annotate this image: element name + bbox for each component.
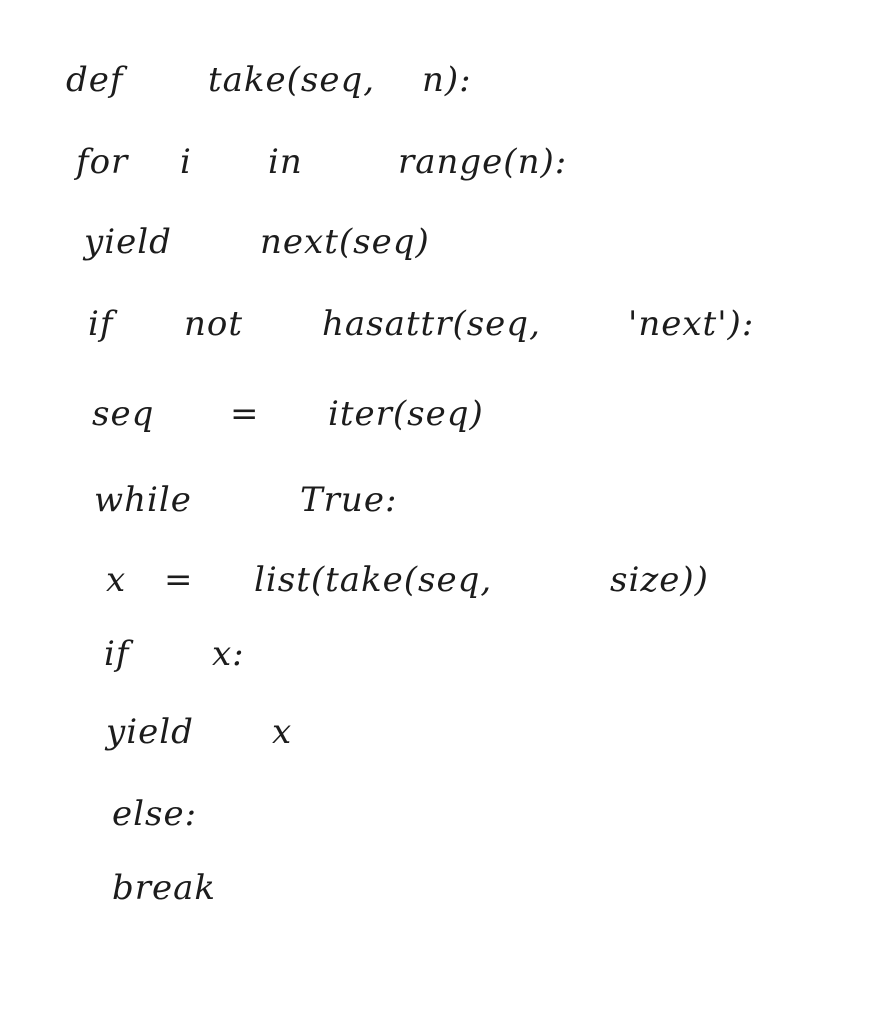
- handwritten-page: def take(seq, n): for i in range(n): yie…: [0, 0, 896, 1016]
- code-token: break: [112, 868, 217, 908]
- code-token: seq: [92, 394, 155, 434]
- code-token: while: [94, 480, 192, 520]
- code-token: =: [230, 394, 260, 434]
- code-token: else:: [112, 794, 198, 834]
- code-token: iter(seq): [328, 394, 484, 434]
- code-token: i: [180, 142, 192, 182]
- code-token: True:: [300, 480, 398, 520]
- code-token: yield: [106, 712, 194, 752]
- code-line-11: break: [112, 868, 215, 988]
- code-token: take(seq,: [208, 60, 376, 100]
- code-token: yield: [84, 222, 172, 262]
- code-token: next(seq): [260, 222, 430, 262]
- code-token: x: [272, 712, 293, 752]
- code-token: x:: [212, 634, 245, 674]
- code-token: x: [106, 560, 127, 600]
- code-token: hasattr(seq,: [322, 304, 541, 344]
- code-token: n):: [422, 60, 472, 100]
- code-token: not: [184, 304, 244, 344]
- code-token: list(take(seq,: [254, 560, 493, 600]
- code-token: for: [76, 142, 129, 182]
- code-token: def: [66, 60, 124, 100]
- code-token: size)): [610, 560, 709, 600]
- code-token: in: [268, 142, 303, 182]
- code-token: if: [88, 304, 114, 344]
- code-token: range(n):: [398, 142, 568, 182]
- code-token: =: [164, 560, 194, 600]
- code-token: 'next'):: [628, 304, 755, 344]
- code-token: if: [104, 634, 130, 674]
